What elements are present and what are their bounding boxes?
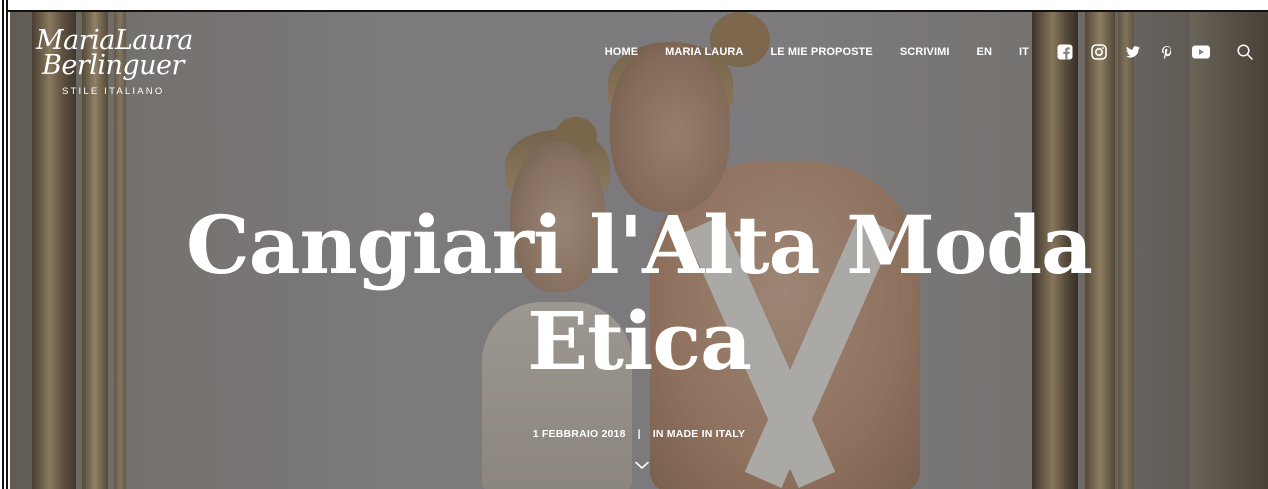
nav-item-maria-laura[interactable]: MARIA LAURA [665,46,743,58]
nav-item-lang-it[interactable]: IT [1019,46,1029,58]
post-category[interactable]: IN MADE IN ITALY [653,428,745,440]
facebook-icon[interactable] [1056,43,1074,61]
hero-section: MariaLaura Berlinguer STILE ITALIANO HOM… [10,12,1268,489]
browser-viewport: MariaLaura Berlinguer STILE ITALIANO HOM… [0,0,1268,489]
pinterest-icon[interactable] [1158,43,1176,61]
main-nav: HOME MARIA LAURA LE MIE PROPOSTE SCRIVIM… [605,42,1268,62]
search-icon[interactable] [1236,43,1254,61]
instagram-icon[interactable] [1090,43,1108,61]
post-date[interactable]: 1 FEBBRAIO 2018 [533,428,626,440]
nav-item-le-mie-proposte[interactable]: LE MIE PROPOSTE [770,46,872,58]
nav-item-scrivimi[interactable]: SCRIVIMI [900,46,950,58]
meta-separator: | [637,428,641,440]
post-meta: 1 FEBBRAIO 2018 | IN MADE IN ITALY [10,428,1268,440]
site-logo[interactable]: MariaLaura Berlinguer STILE ITALIANO [36,27,206,97]
youtube-icon[interactable] [1192,43,1210,61]
nav-item-home[interactable]: HOME [605,46,638,58]
nav-item-lang-en[interactable]: EN [977,46,992,58]
logo-tagline: STILE ITALIANO [62,86,165,97]
chevron-down-icon[interactable] [632,458,652,472]
window-border [6,0,8,489]
post-title: Cangiari l'Alta Moda Etica [10,197,1268,389]
twitter-icon[interactable] [1124,43,1142,61]
post-title-line1: Cangiari l'Alta Moda [186,198,1093,292]
window-border [2,0,4,489]
post-title-line2: Etica [527,294,752,388]
logo-name-line2: Berlinguer [42,50,184,81]
